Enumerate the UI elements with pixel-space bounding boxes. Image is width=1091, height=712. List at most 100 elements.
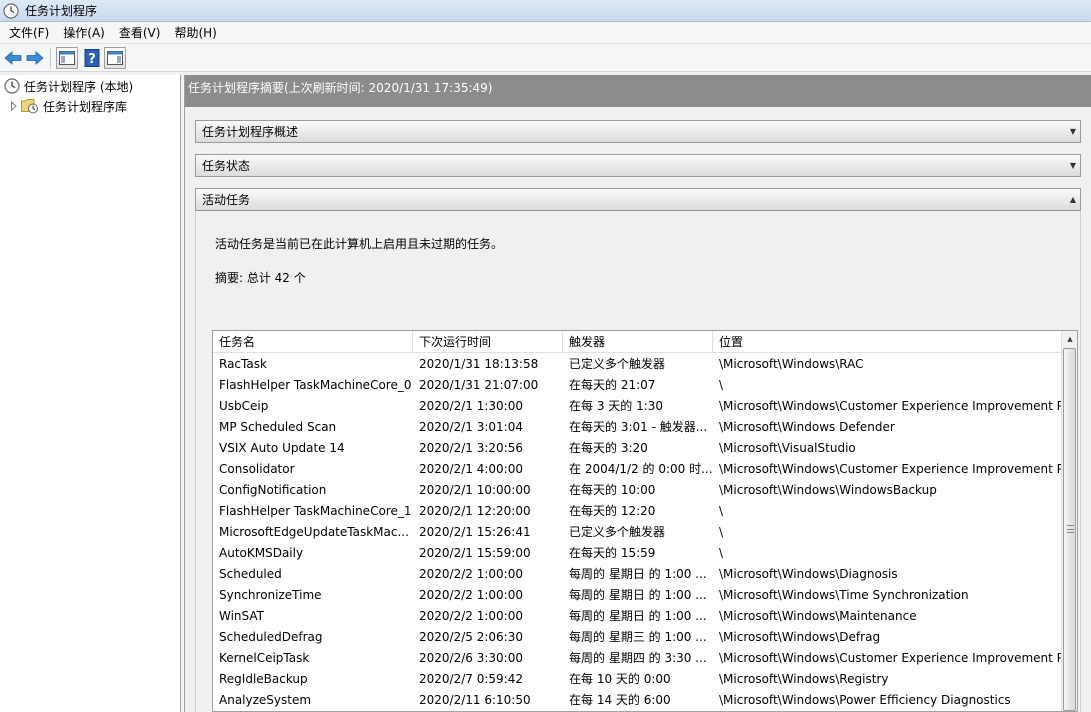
toolbar: ? [0,44,1091,72]
table-row[interactable]: Scheduled 2020/2/2 1:00:00 每周的 星期日 的 1:00 … [213,564,1063,585]
cell-task-name: SynchronizeTime [219,588,322,602]
cell-location: \Microsoft\Windows\Diagnosis [719,567,898,581]
section-overview[interactable]: 任务计划程序概述 ▼ [195,120,1081,143]
cell-next-run: 2020/2/2 1:00:00 [419,609,523,623]
cell-trigger: 在每 10 天的 0:00 [569,672,671,686]
cell-task-name: RacTask [219,357,267,371]
active-tasks-panel: 活动任务是当前已在此计算机上启用且未过期的任务。 摘要: 总计 42 个 任务名… [195,211,1081,712]
cell-trigger: 在每天的 21:07 [569,378,656,392]
table-row[interactable]: FlashHelper TaskMachineCore_1 2020/2/1 12… [213,501,1063,522]
console-tree: 任务计划程序 (本地) 任务计划程序库 [0,75,181,712]
cell-location: \Microsoft\Windows\Customer Experience I… [719,399,1063,413]
cell-location: \Microsoft\Windows Defender [719,420,895,434]
section-active[interactable]: 活动任务 ▲ [195,188,1081,211]
cell-trigger: 在每天的 12:20 [569,504,656,518]
cell-trigger: 在每天的 3:20 [569,441,648,455]
grip-icon [1067,525,1074,533]
cell-location: \Microsoft\Windows\Power Efficiency Diag… [719,693,1011,707]
cell-task-name: AnalyzeSystem [219,693,312,707]
table-header: 任务名 下次运行时间 触发器 位置 [213,331,1063,353]
cell-location: \ [719,504,724,518]
table-row[interactable]: WinSAT 2020/2/2 1:00:00 每周的 星期日 的 1:00 ...… [213,606,1063,627]
table-row[interactable]: MicrosoftEdgeUpdateTaskMac... 2020/2/1 15… [213,522,1063,543]
cell-task-name: MicrosoftEdgeUpdateTaskMac... [219,525,409,539]
table-row[interactable]: SynchronizeTime 2020/2/2 1:00:00 每周的 星期日 的… [213,585,1063,606]
back-arrow-icon [4,50,22,65]
cell-next-run: 2020/2/6 3:30:00 [419,651,523,665]
cell-location: \Microsoft\Windows\RAC [719,357,864,371]
show-hide-action-pane-button[interactable] [104,46,126,69]
cell-trigger: 在每 14 天的 6:00 [569,693,671,707]
table-row[interactable]: Consolidator 2020/2/1 4:00:00 在 2004/1/2 的… [213,459,1063,480]
summary-pane: 任务计划程序摘要(上次刷新时间: 2020/1/31 17:35:49) 任务计… [185,75,1091,712]
section-status-label: 任务状态 [202,159,251,173]
scrollbar-thumb[interactable] [1063,348,1076,711]
cell-trigger: 每周的 星期四 的 3:30 ... [569,651,707,665]
table-row[interactable]: ScheduledDefrag 2020/2/5 2:06:30 每周的 星期三 的… [213,627,1063,648]
table-row[interactable]: UsbCeip 2020/2/1 1:30:00 在每 3 天的 1:30 \Micr… [213,396,1063,417]
back-button[interactable] [3,47,23,69]
active-tasks-summary: 摘要: 总计 42 个 [215,271,306,285]
cell-task-name: AutoKMSDaily [219,546,304,560]
cell-trigger: 已定义多个触发器 [569,357,666,371]
chevron-up-icon: ▲ [1069,195,1077,204]
cell-next-run: 2020/2/1 15:26:41 [419,525,531,539]
cell-task-name: FlashHelper TaskMachineCore_1 [219,504,412,518]
column-header-trigger[interactable]: 触发器 [563,331,713,353]
forward-button[interactable] [25,47,45,69]
cell-next-run: 2020/2/2 1:00:00 [419,567,523,581]
cell-task-name: ConfigNotification [219,483,327,497]
scroll-up-icon[interactable]: ▲ [1062,331,1077,347]
menu-file[interactable]: 文件(F) [2,23,56,43]
show-hide-console-tree-button[interactable] [56,46,78,69]
show-hide-action-pane-icon [107,50,123,65]
section-status[interactable]: 任务状态 ▼ [195,154,1081,177]
cell-task-name: FlashHelper TaskMachineCore_0 [219,378,412,392]
tree-item-library[interactable]: 任务计划程序库 [10,96,127,116]
table-row[interactable]: ConfigNotification 2020/2/1 10:00:00 在每天的 … [213,480,1063,501]
cell-location: \Microsoft\Windows\Customer Experience I… [719,651,1063,665]
cell-trigger: 在 2004/1/2 的 0:00 时... [569,462,713,476]
table-row[interactable]: VSIX Auto Update 14 2020/2/1 3:20:56 在每天的 … [213,438,1063,459]
window-title: 任务计划程序 [25,4,98,18]
cell-location: \ [719,546,724,560]
table-row[interactable]: AutoKMSDaily 2020/2/1 15:59:00 在每天的 15:59 \ [213,543,1063,564]
table-row[interactable]: RacTask 2020/1/31 18:13:58 已定义多个触发器 \Micros… [213,354,1063,375]
cell-task-name: UsbCeip [219,399,269,413]
menu-help[interactable]: 帮助(H) [167,23,223,43]
expand-arrow-icon[interactable] [10,101,18,111]
vertical-scrollbar[interactable]: ▲ [1061,331,1077,711]
show-hide-console-tree-icon [59,50,75,65]
cell-trigger: 每周的 星期日 的 1:00 ... [569,588,707,602]
table-row[interactable]: KernelCeipTask 2020/2/6 3:30:00 每周的 星期四 的 … [213,648,1063,669]
cell-trigger: 每周的 星期日 的 1:00 ... [569,609,707,623]
table-body: RacTask 2020/1/31 18:13:58 已定义多个触发器 \Micros… [213,354,1063,711]
cell-task-name: Scheduled [219,567,282,581]
chevron-down-icon: ▼ [1069,127,1077,136]
cell-location: \ [719,378,724,392]
cell-location: \Microsoft\Windows\Registry [719,672,889,686]
cell-trigger: 每周的 星期日 的 1:00 ... [569,567,707,581]
menu-view[interactable]: 查看(V) [112,23,168,43]
table-row[interactable]: FlashHelper TaskMachineCore_0 2020/1/31 2… [213,375,1063,396]
cell-task-name: MP Scheduled Scan [219,420,337,434]
help-button[interactable]: ? [82,47,102,69]
cell-trigger: 在每 3 天的 1:30 [569,399,664,413]
table-row[interactable]: AnalyzeSystem 2020/2/11 6:10:50 在每 14 天的 6… [213,690,1063,711]
column-header-task-name[interactable]: 任务名 [213,331,413,353]
svg-text:?: ? [88,52,96,67]
tree-item-root[interactable]: 任务计划程序 (本地) [4,76,133,96]
cell-next-run: 2020/1/31 18:13:58 [419,357,539,371]
column-header-location[interactable]: 位置 [713,331,1063,353]
cell-task-name: VSIX Auto Update 14 [219,441,345,455]
cell-next-run: 2020/2/7 0:59:42 [419,672,523,686]
table-row[interactable]: RegIdleBackup 2020/2/7 0:59:42 在每 10 天的 0:… [213,669,1063,690]
cell-trigger: 在每天的 10:00 [569,483,656,497]
table-row[interactable]: MP Scheduled Scan 2020/2/1 3:01:04 在每天的 3:… [213,417,1063,438]
cell-trigger: 每周的 星期三 的 1:00 ... [569,630,707,644]
cell-trigger: 已定义多个触发器 [569,525,666,539]
cell-task-name: KernelCeipTask [219,651,310,665]
folder-clock-icon [21,99,38,114]
menu-action[interactable]: 操作(A) [56,23,112,43]
column-header-next-run[interactable]: 下次运行时间 [413,331,563,353]
